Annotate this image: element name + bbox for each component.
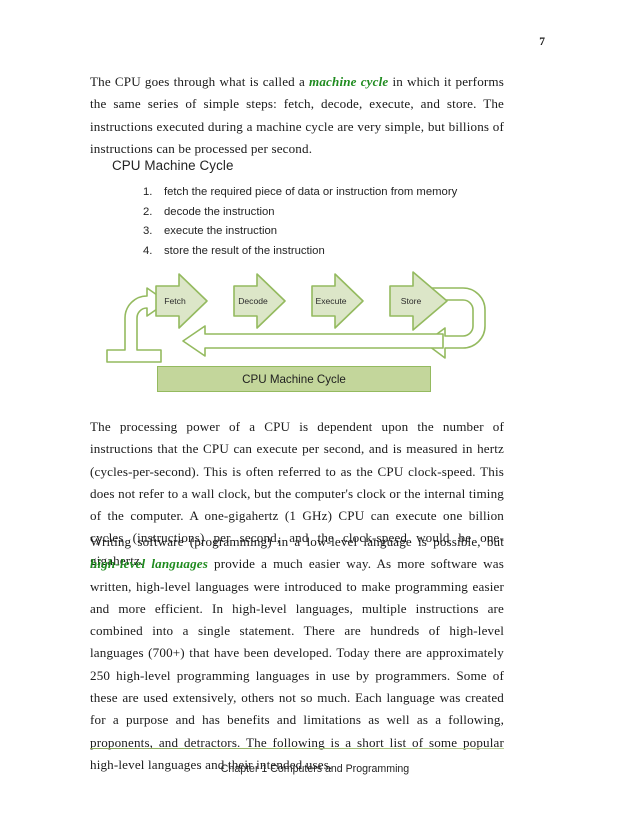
list-item-number: 1. (143, 186, 153, 198)
chevron-label-store: Store (401, 296, 422, 306)
list-item-label: decode the instruction (164, 205, 275, 218)
accent-machine-cycle: machine cycle (309, 74, 389, 89)
list-item: 3. execute the instruction (143, 225, 523, 245)
list-item: 1. fetch the required piece of data or i… (143, 186, 523, 206)
paragraph-high-level-languages: Writing software (programming) in a low-… (90, 531, 504, 776)
page-number: 7 (539, 36, 545, 48)
list-item-label: execute the instruction (164, 225, 278, 237)
list-item-number: 3. (143, 225, 153, 237)
machine-cycle-steps-list: 1. fetch the required piece of data or i… (143, 186, 523, 264)
chevron-label-execute: Execute (315, 296, 346, 306)
paragraph-machine-cycle-intro: The CPU goes through what is called a ma… (90, 71, 504, 160)
chevron-label-decode: Decode (238, 296, 268, 306)
footer-divider (90, 748, 504, 749)
footer-label: Chapter 1 Computers and Programming (220, 763, 410, 775)
paragraph-3-part-b: provide a much easier way. As more softw… (90, 556, 504, 772)
list-item-number: 4. (143, 244, 153, 257)
section-heading-cpu-machine-cycle: CPU Machine Cycle (112, 158, 234, 173)
diagram-caption-label: CPU Machine Cycle (242, 372, 346, 386)
chevron-label-fetch: Fetch (164, 296, 186, 306)
paragraph-3-part-a: Writing software (programming) in a low-… (90, 534, 504, 549)
accent-high-level-languages: high-level languages (90, 556, 208, 572)
return-arrow-icon (182, 325, 444, 357)
list-item: 4. store the result of the instruction (143, 245, 523, 265)
document-page: 7 The CPU goes through what is called a … (0, 0, 630, 815)
list-item: 2. decode the instruction (143, 206, 523, 226)
diagram-caption-box: CPU Machine Cycle (157, 366, 431, 392)
paragraph-1-part-a: The CPU goes through what is called a (90, 74, 310, 89)
list-item-number: 2. (143, 205, 153, 218)
list-item-label: store the result of the instruction (164, 244, 325, 257)
list-item-label: fetch the required piece of data or inst… (164, 186, 458, 198)
